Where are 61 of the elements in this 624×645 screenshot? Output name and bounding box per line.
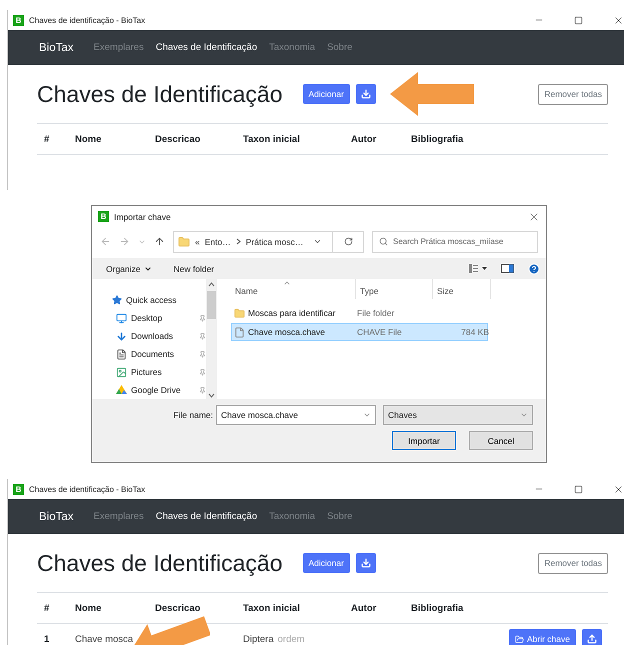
table-cell-text: 1 [44, 634, 50, 644]
column-header: Bibliografia [411, 134, 464, 144]
add-button[interactable]: Adicionar [302, 553, 350, 573]
sidebar-item[interactable]: Google Drive [131, 385, 195, 396]
table-cell: Diptera [243, 634, 274, 644]
nav-link[interactable]: Chaves de Identificação [156, 511, 258, 522]
column-header: Autor [351, 134, 378, 144]
sidebar-item[interactable]: Documents [131, 349, 195, 360]
app-icon: B [13, 14, 24, 26]
sidebar-item[interactable]: Downloads [131, 331, 195, 342]
column-header: Taxon inicial [243, 134, 301, 144]
column-header: Descricao [155, 602, 202, 614]
nav-link[interactable]: Chaves de Identificação [156, 42, 258, 53]
file-type: CHAVE File [357, 327, 403, 338]
sidebar-item[interactable]: Quick access [126, 295, 190, 306]
file-size: 784 KB [460, 327, 490, 338]
brand[interactable]: BioTax [39, 42, 74, 54]
brand[interactable]: BioTax [39, 510, 74, 522]
column-header: Nome [75, 602, 102, 614]
column-header[interactable]: Type [356, 279, 433, 300]
column-header: Descricao [155, 134, 202, 144]
address-bar[interactable]: « Ento… Prática mosc… [173, 230, 364, 253]
breadcrumb[interactable]: Ento… [204, 236, 231, 247]
column-header: Nome [75, 134, 102, 144]
sidebar-item[interactable]: Desktop [131, 313, 195, 324]
window-title: Chaves de identificação - BioTax [29, 484, 146, 494]
column-header[interactable]: Size [433, 279, 491, 300]
column-header: Taxon inicial [243, 602, 301, 614]
organize-menu[interactable]: Organize [106, 264, 152, 274]
app-icon: B [13, 484, 24, 494]
app-icon: B [98, 211, 109, 222]
file-type: File folder [357, 308, 396, 318]
add-button[interactable]: Adicionar [302, 84, 350, 104]
new-folder-button[interactable]: New folder [174, 264, 214, 274]
column-header[interactable]: Name [231, 279, 356, 300]
open-key-button[interactable]: Abrir chave [509, 629, 576, 645]
page-heading: Chaves de Identificação [37, 550, 282, 576]
column-header: # [44, 602, 50, 614]
remove-all-button[interactable]: Remover todas [538, 84, 608, 104]
table-cell-text: Chave mosca [75, 634, 134, 644]
page-heading: Chaves de Identificação [37, 80, 282, 108]
remove-all-button[interactable]: Remover todas [538, 552, 608, 574]
search-field[interactable]: Search Prática moscas_miíase [372, 230, 538, 253]
dialog-title: Importar chave [114, 212, 172, 222]
column-header: Autor [351, 602, 378, 614]
overflow-marker[interactable]: « [195, 236, 200, 247]
sidebar-item[interactable]: Pictures [131, 367, 195, 378]
file-row[interactable]: Moscas para identificar File folder [231, 304, 488, 322]
file-name: Moscas para identificar [248, 308, 336, 318]
column-header: Bibliografia [411, 602, 464, 614]
taxon-rank: ordem [278, 634, 305, 644]
column-header: # [44, 134, 50, 144]
file-row[interactable]: Chave mosca.chave CHAVE File 784 KB [231, 323, 488, 342]
window-title: Chaves de identificação - BioTax [29, 16, 146, 24]
file-name-field[interactable]: Chave mosca.chave [216, 405, 376, 426]
file-name-label: File name: [173, 410, 213, 420]
import-button[interactable]: Importar [392, 431, 456, 450]
file-name: Chave mosca.chave [248, 327, 326, 338]
breadcrumb[interactable]: Prática mosc… [246, 236, 304, 247]
cancel-button[interactable]: Cancel [469, 431, 533, 450]
file-type-dropdown[interactable]: Chaves [383, 405, 533, 426]
